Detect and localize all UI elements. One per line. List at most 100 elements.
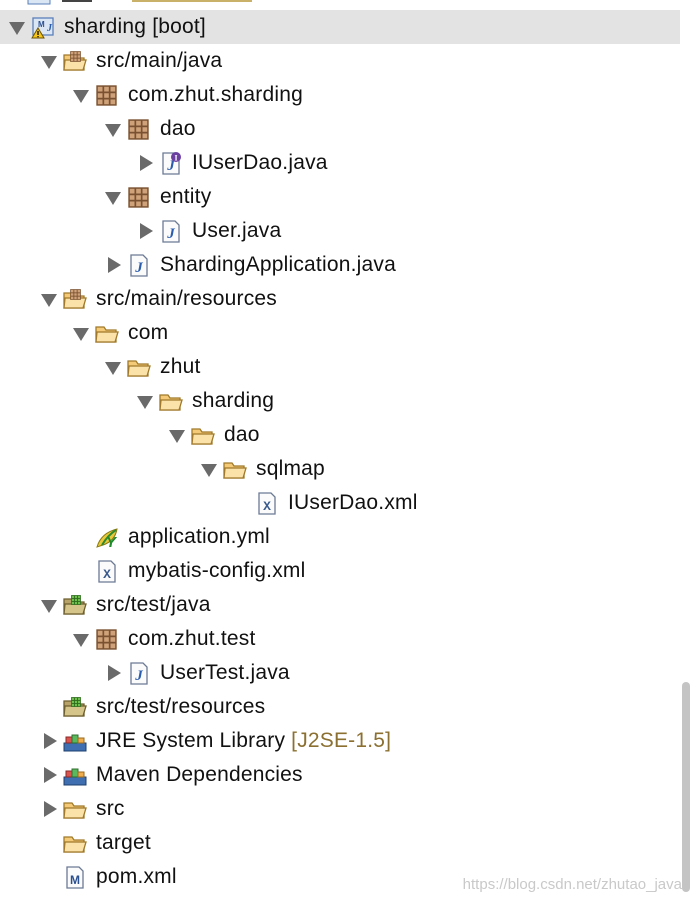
collapsed-arrow-icon[interactable] — [134, 146, 156, 180]
tree-node-label-text: src/main/resources — [96, 287, 277, 310]
collapsed-arrow-icon[interactable] — [38, 724, 60, 758]
collapsed-arrow-icon[interactable] — [134, 214, 156, 248]
expanded-arrow-icon[interactable] — [166, 418, 188, 452]
tree-node-iuserdao-java[interactable]: J I IUserDao.java — [0, 146, 680, 180]
tree-node-label: sharding — [192, 389, 274, 413]
tree-node-sharding-project[interactable]: M J sharding [boot] — [0, 10, 680, 44]
test-source-folder-icon — [62, 593, 88, 617]
tree-node-label-text: src/test/java — [96, 593, 211, 616]
tree-node-label-text: zhut — [160, 355, 201, 378]
vertical-scrollbar[interactable] — [682, 682, 690, 892]
tree-node-label-text: target — [96, 831, 151, 854]
tree-node-src-folder[interactable]: src — [0, 792, 680, 826]
tree-node-mybatis-config-xml[interactable]: Xmybatis-config.xml — [0, 554, 680, 588]
tree-node-label: ShardingApplication.java — [160, 253, 396, 277]
tree-node-label: com.zhut.sharding — [128, 83, 303, 107]
tree-node-label-text: com — [128, 321, 169, 344]
tree-node-label: UserTest.java — [160, 661, 290, 685]
tree-node-dao-folder[interactable]: dao — [0, 418, 680, 452]
tree-node-label-text: sharding [boot] — [64, 15, 206, 38]
java-file-icon: J — [158, 219, 184, 243]
open-folder-icon — [190, 423, 216, 447]
svg-text:J: J — [134, 668, 143, 684]
package-icon — [126, 185, 152, 209]
svg-text:J: J — [166, 226, 175, 242]
tree-node-label: src/test/java — [96, 593, 211, 617]
open-folder-icon — [158, 389, 184, 413]
expanded-arrow-icon[interactable] — [38, 588, 60, 622]
tree-node-label: mybatis-config.xml — [128, 559, 305, 583]
yaml-file-icon: Y — [94, 525, 120, 551]
svg-text:X: X — [103, 567, 111, 582]
collapsed-arrow-icon[interactable] — [102, 248, 124, 282]
watermark: https://blog.csdn.net/zhutao_java — [462, 876, 682, 893]
tree-node-zhut-folder[interactable]: zhut — [0, 350, 680, 384]
expanded-arrow-icon[interactable] — [134, 384, 156, 418]
tree-node-label: JRE System Library [J2SE-1.5] — [96, 729, 391, 753]
tree-node-label: application.yml — [128, 525, 270, 549]
tree-node-jre-system-library[interactable]: JRE System Library [J2SE-1.5] — [0, 724, 680, 758]
tree-node-application-yml[interactable]: Yapplication.yml — [0, 520, 680, 554]
tree-node-sqlmap-folder[interactable]: sqlmap — [0, 452, 680, 486]
expanded-arrow-icon[interactable] — [70, 622, 92, 656]
expanded-arrow-icon[interactable] — [70, 316, 92, 350]
svg-text:M: M — [38, 20, 45, 29]
expanded-arrow-icon[interactable] — [70, 78, 92, 112]
expanded-arrow-icon[interactable] — [38, 282, 60, 316]
test-source-folder-icon — [62, 695, 88, 719]
tree-node-label-text: src/main/java — [96, 49, 223, 72]
tree-node-label-text: mybatis-config.xml — [128, 559, 306, 582]
tree-node-com-zhut-sharding[interactable]: com.zhut.sharding — [0, 78, 680, 112]
expanded-arrow-icon[interactable] — [198, 452, 220, 486]
tree-node-usertest-java[interactable]: J UserTest.java — [0, 656, 680, 690]
tree-node-iuserdao-xml[interactable]: X IUserDao.xml — [0, 486, 680, 520]
expanded-arrow-icon[interactable] — [102, 112, 124, 146]
collapsed-arrow-icon[interactable] — [38, 758, 60, 792]
open-folder-icon — [94, 321, 120, 345]
package-icon — [126, 117, 152, 141]
tree-node-label: sharding [boot] — [64, 15, 206, 39]
tree-node-label: pom.xml — [96, 865, 177, 889]
tree-node-dao-package[interactable]: dao — [0, 112, 680, 146]
xml-file-icon: X — [254, 491, 280, 515]
open-folder-icon — [62, 797, 88, 821]
svg-text:J: J — [134, 260, 143, 276]
tree-node-src-test-java[interactable]: src/test/java — [0, 588, 680, 622]
svg-text:I: I — [174, 154, 177, 163]
tree-node-entity-package[interactable]: entity — [0, 180, 680, 214]
tree-node-sharding-folder[interactable]: sharding — [0, 384, 680, 418]
library-icon — [62, 763, 88, 787]
tree-node-label-text: dao — [160, 117, 196, 140]
collapsed-arrow-icon[interactable] — [38, 792, 60, 826]
tree-node-maven-dependencies[interactable]: Maven Dependencies — [0, 758, 680, 792]
xml-file-icon: X — [94, 559, 120, 583]
java-file-icon: J — [126, 253, 152, 277]
tree-node-decoration: [J2SE-1.5] — [291, 729, 392, 752]
tree-node-user-java[interactable]: J User.java — [0, 214, 680, 248]
expanded-arrow-icon[interactable] — [6, 10, 28, 44]
tree-node-src-test-resources[interactable]: src/test/resources — [0, 690, 680, 724]
expanded-arrow-icon[interactable] — [102, 180, 124, 214]
svg-text:X: X — [263, 499, 271, 514]
project-explorer-tree[interactable]: M J sharding [boot] src/main/java com.zh… — [0, 0, 680, 901]
tree-node-src-main-java[interactable]: src/main/java — [0, 44, 680, 78]
expanded-arrow-icon[interactable] — [102, 350, 124, 384]
library-icon — [62, 729, 88, 753]
expanded-arrow-icon[interactable] — [38, 44, 60, 78]
tree-node-label-text: User.java — [192, 219, 282, 242]
tree-node-src-main-resources[interactable]: src/main/resources — [0, 282, 680, 316]
tree-node-shardingapplication-java[interactable]: J ShardingApplication.java — [0, 248, 680, 282]
tree-node-com-folder[interactable]: com — [0, 316, 680, 350]
tree-node-label-text: ShardingApplication.java — [160, 253, 396, 276]
tree-node-label: dao — [160, 117, 196, 141]
collapsed-arrow-icon[interactable] — [102, 656, 124, 690]
tree-node-com-zhut-test[interactable]: com.zhut.test — [0, 622, 680, 656]
source-folder-icon — [62, 49, 88, 73]
tree-node-label: IUserDao.java — [192, 151, 328, 175]
maven-project-warning-icon: M J — [30, 15, 56, 39]
open-folder-icon — [222, 457, 248, 481]
tree-node-label-text: sharding — [192, 389, 275, 412]
open-folder-icon — [62, 831, 88, 855]
package-icon — [94, 83, 120, 107]
tree-node-target-folder[interactable]: target — [0, 826, 680, 860]
